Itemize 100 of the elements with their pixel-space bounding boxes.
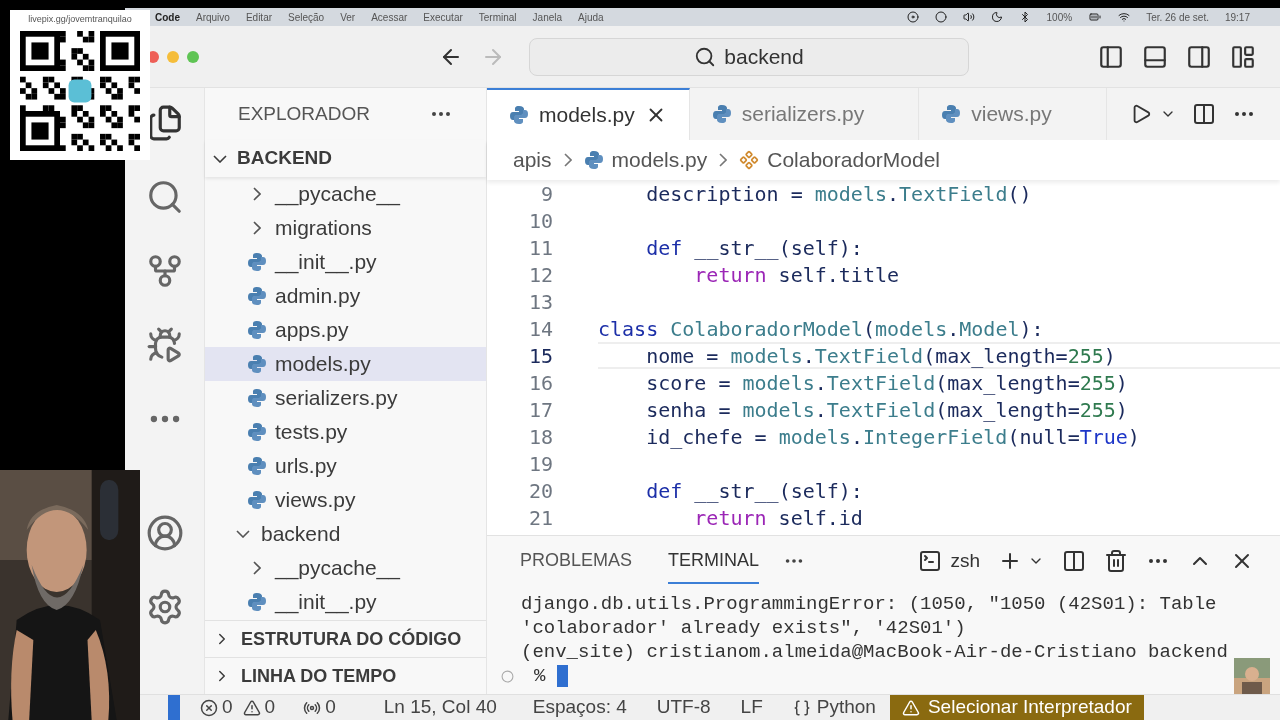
chevron-right-icon — [253, 187, 261, 201]
interpreter-button[interactable]: Selecionar Interpretador — [889, 695, 1144, 720]
folder-item[interactable]: backend — [205, 517, 486, 551]
chevron-right-icon — [253, 561, 261, 575]
record-icon[interactable] — [906, 11, 919, 23]
menu-item[interactable]: Ver — [340, 9, 356, 25]
menu-item[interactable]: Ajuda — [578, 9, 604, 25]
search-icon — [694, 45, 717, 68]
date: Ter. 26 de set. — [1146, 10, 1209, 25]
warning-icon — [242, 698, 261, 717]
line-number: 20 — [527, 477, 553, 505]
circle-icon[interactable] — [934, 11, 947, 23]
circle-icon — [501, 669, 514, 683]
file-item[interactable]: serializers.py — [205, 381, 486, 415]
menu-item[interactable]: Executar — [423, 9, 463, 25]
menu-item[interactable]: Acessar — [371, 9, 408, 25]
breadcrumb-item[interactable]: ColaboradorModel — [767, 144, 941, 176]
python-icon — [941, 104, 962, 124]
panel-tab[interactable]: TERMINAL — [668, 538, 760, 584]
menu-item[interactable]: Janela — [532, 9, 563, 25]
cursor-position[interactable]: Ln 15, Col 40 — [383, 693, 497, 720]
file-item[interactable]: apps.py — [205, 313, 486, 347]
trash-icon[interactable] — [1104, 549, 1128, 573]
menu-item[interactable]: Code — [155, 9, 180, 25]
file-item[interactable]: models.py — [205, 347, 486, 381]
menu-item[interactable]: Seleção — [288, 9, 325, 25]
file-item[interactable]: admin.py — [205, 279, 486, 313]
code-line: return self.id — [693, 504, 864, 531]
terminal-line: django.db.utils.ProgrammingError: (1050, "1050 (42S01): Table — [521, 592, 1218, 616]
panel-bottom-icon[interactable] — [1142, 43, 1168, 70]
line-number: 18 — [527, 423, 553, 451]
text-cursor — [557, 665, 569, 687]
language-mode[interactable]: Python — [792, 693, 876, 720]
panel-tab[interactable]: PROBLEMAS — [520, 538, 633, 584]
battery-icon[interactable] — [1088, 11, 1103, 23]
code-line: senha = models.TextField(max_length=255) — [645, 396, 1129, 423]
file-item[interactable]: urls.py — [205, 449, 486, 483]
breadcrumb-item[interactable]: apis — [513, 144, 552, 176]
folder-item[interactable]: migrations — [205, 211, 486, 245]
line-number: 10 — [527, 207, 553, 235]
python-icon — [247, 456, 267, 476]
breadcrumb-item[interactable]: models.py — [611, 144, 708, 176]
layout-icon[interactable] — [1230, 43, 1256, 70]
chevron-down-icon — [236, 530, 250, 538]
panel-right-icon[interactable] — [1186, 43, 1212, 70]
python-icon — [247, 490, 267, 510]
python-icon — [247, 422, 267, 442]
line-number: 11 — [527, 234, 553, 262]
python-icon — [711, 104, 732, 124]
python-icon — [247, 592, 267, 612]
terminal-line: (env_site) cristianom.almeida@MacBook-Air-de-Cristiano backend — [521, 640, 1229, 664]
code-line: class ColaboradorModel(models.Model): — [598, 315, 1045, 342]
python-icon — [247, 320, 267, 340]
terminal-line: 'colaborador' already exists", '42S01') — [521, 616, 967, 640]
file-item[interactable]: tests.py — [205, 415, 486, 449]
python-icon — [509, 105, 529, 125]
menu-item[interactable]: Arquivo — [196, 9, 230, 25]
file-item[interactable]: __init__.py — [205, 245, 486, 279]
chevron-down-icon — [213, 154, 227, 163]
split-editor-icon[interactable] — [1192, 102, 1216, 126]
chevron-right-icon — [563, 153, 572, 167]
shell-selector[interactable]: zsh — [918, 546, 980, 576]
editor-tab[interactable]: models.py — [487, 88, 690, 140]
line-number: 13 — [527, 288, 553, 316]
line-number: 15 — [527, 342, 553, 370]
code-line: id_chefe = models.IntegerField(null=True) — [645, 423, 1141, 450]
root-folder-header[interactable]: BACKEND — [205, 140, 486, 177]
run-debug-icon[interactable] — [145, 326, 184, 364]
account-icon[interactable] — [145, 514, 184, 552]
search-field[interactable]: backend — [529, 37, 969, 76]
folder-item[interactable]: __pycache__ — [205, 177, 486, 211]
line-number: 16 — [527, 369, 553, 397]
python-icon — [247, 252, 267, 272]
encoding[interactable]: UTF-8 — [656, 693, 711, 720]
code-line: def __str__(self): — [645, 234, 864, 261]
panel-left-icon[interactable] — [1098, 43, 1124, 70]
file-item[interactable]: views.py — [205, 483, 486, 517]
file-item[interactable]: __init__.py — [205, 585, 486, 619]
warning-icon — [901, 698, 920, 717]
section-header[interactable]: ESTRUTURA DO CÓDIGO — [205, 620, 486, 657]
volume-icon[interactable] — [962, 11, 975, 23]
line-number: 12 — [527, 261, 553, 289]
folder-item[interactable]: __pycache__ — [205, 551, 486, 585]
code-line: def __str__(self): — [645, 477, 864, 504]
indentation[interactable]: Espaços: 4 — [532, 693, 627, 720]
menu-item[interactable]: Terminal — [478, 9, 517, 25]
wifi-icon[interactable] — [1118, 11, 1131, 23]
menu-item[interactable]: Editar — [245, 9, 273, 25]
qr-caption: livepix.gg/jovemtranquilao — [28, 13, 132, 26]
terminal-icon — [918, 549, 943, 573]
moon-icon[interactable] — [990, 11, 1003, 23]
ports-indicator[interactable]: 0 — [303, 693, 336, 720]
code-line: description = models.TextField() — [645, 180, 1033, 207]
line-number: 14 — [527, 315, 553, 343]
problems-indicator[interactable]: 0 0 — [200, 693, 276, 720]
split-terminal-icon[interactable] — [1062, 549, 1086, 573]
chevron-right-icon — [719, 153, 728, 167]
line-ending[interactable]: LF — [740, 693, 763, 720]
code-line: nome = models.TextField(max_length=255) — [598, 342, 1280, 369]
python-icon — [247, 354, 267, 374]
